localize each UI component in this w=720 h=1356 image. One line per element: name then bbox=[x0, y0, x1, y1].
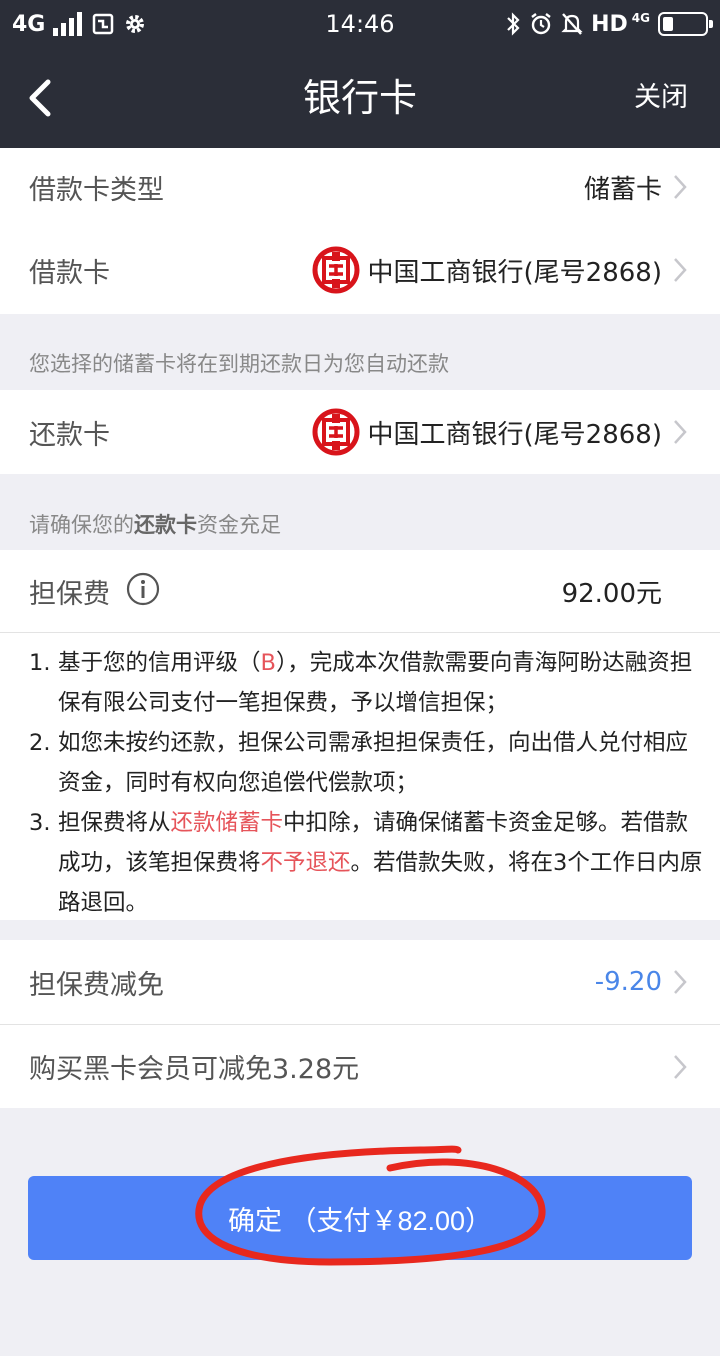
note-text: 如您未按约还款，担保公司需承担担保责任，向出借人兑付相应资金，同时有权向您追偿代… bbox=[58, 730, 689, 796]
note-item: 1. 基于您的信用评级（B），完成本次借款需要向青海阿盼达融资担保有限公司支付一笔… bbox=[29, 643, 709, 723]
loan-card-type-value: 储蓄卡 bbox=[583, 174, 662, 205]
icbc-logo-icon bbox=[312, 408, 360, 456]
repay-card-label: 还款卡 bbox=[29, 419, 110, 451]
chevron-right-icon bbox=[674, 970, 687, 994]
nav-bar: 银行卡 关闭 bbox=[0, 48, 720, 148]
guarantee-fee-value: 92.00元 bbox=[561, 578, 662, 609]
bluetooth-icon bbox=[507, 12, 520, 36]
hd-indicator: HD bbox=[591, 11, 628, 37]
divider bbox=[0, 632, 720, 633]
funds-hint: 请确保您的还款卡资金充足 bbox=[29, 509, 281, 539]
fee-reduction-row[interactable]: 担保费减免 -9.20 bbox=[0, 940, 720, 1024]
status-right: HD 4G bbox=[505, 10, 713, 38]
loan-card-row[interactable]: 借款卡 中国工商银行(尾号2868) bbox=[0, 226, 720, 314]
battery-icon bbox=[658, 12, 713, 36]
fee-reduction-label: 担保费减免 bbox=[29, 969, 164, 1001]
guarantee-fee-label: 担保费 bbox=[29, 578, 110, 610]
note-number: 3. bbox=[29, 810, 51, 836]
note-text: 担保费将从 bbox=[58, 810, 171, 836]
chevron-right-icon bbox=[674, 1054, 687, 1079]
repay-card-section: 还款卡 中国工商银行(尾号2868) bbox=[0, 390, 720, 474]
note-highlight: 不予退还 bbox=[260, 850, 351, 876]
loan-card-type-label: 借款卡类型 bbox=[29, 174, 164, 206]
info-icon[interactable] bbox=[126, 572, 160, 606]
loan-card-value: 中国工商银行(尾号2868) bbox=[312, 246, 662, 294]
chevron-right-icon bbox=[674, 258, 687, 282]
funds-hint-before: 请确保您的 bbox=[29, 513, 134, 537]
fee-reduction-section: 担保费减免 -9.20 购买黑卡会员可减免3.28元 bbox=[0, 940, 720, 1108]
loan-card-bank-name: 中国工商银行(尾号2868) bbox=[367, 257, 662, 288]
funds-hint-after: 资金充足 bbox=[197, 513, 281, 537]
icbc-logo-icon bbox=[312, 246, 360, 294]
note-item: 3. 担保费将从还款储蓄卡中扣除，请确保储蓄卡资金足够。若借款成功，该笔担保费将不… bbox=[29, 803, 709, 923]
loan-card-type-row[interactable]: 借款卡类型 储蓄卡 bbox=[0, 148, 720, 226]
loan-card-label: 借款卡 bbox=[29, 257, 110, 289]
alarm-icon bbox=[531, 13, 551, 35]
black-card-offer-label: 购买黑卡会员可减免3.28元 bbox=[29, 1054, 360, 1085]
note-item: 2. 如您未按约还款，担保公司需承担担保责任，向出借人兑付相应资金，同时有权向您追… bbox=[29, 723, 709, 803]
guarantee-fee-row: 担保费 92.00元 bbox=[0, 550, 720, 632]
hd-network-indicator: 4G bbox=[631, 11, 650, 25]
repay-card-bank-name: 中国工商银行(尾号2868) bbox=[367, 419, 662, 450]
black-card-offer-row[interactable]: 购买黑卡会员可减免3.28元 bbox=[0, 1025, 720, 1108]
notes-list: 1. 基于您的信用评级（B），完成本次借款需要向青海阿盼达融资担保有限公司支付一笔… bbox=[29, 643, 709, 923]
page-title: 银行卡 bbox=[302, 76, 417, 120]
mute-bell-icon bbox=[561, 13, 583, 35]
auto-repay-hint: 您选择的储蓄卡将在到期还款日为您自动还款 bbox=[29, 352, 449, 376]
close-button[interactable]: 关闭 bbox=[634, 80, 688, 116]
status-bar: 4G 14:46 HD 4G bbox=[0, 0, 720, 48]
chevron-right-icon bbox=[674, 175, 687, 199]
note-number: 2. bbox=[29, 730, 51, 756]
guarantee-fee-section: 担保费 92.00元 1. 基于您的信用评级（B），完成本次借款需要向青海阿盼达融… bbox=[0, 550, 720, 920]
chevron-right-icon bbox=[674, 420, 687, 444]
loan-card-section: 借款卡类型 储蓄卡 借款卡 中国工商银行(尾号2868) bbox=[0, 148, 720, 314]
note-text: 基于您的信用评级（ bbox=[58, 650, 261, 676]
guarantee-notes: 1. 基于您的信用评级（B），完成本次借款需要向青海阿盼达融资担保有限公司支付一笔… bbox=[29, 643, 709, 923]
confirm-pay-button[interactable]: 确定 （支付￥82.00） bbox=[28, 1176, 692, 1260]
fee-reduction-value: -9.20 bbox=[594, 967, 662, 997]
note-number: 1. bbox=[29, 650, 51, 676]
funds-hint-bold: 还款卡 bbox=[134, 513, 197, 537]
note-highlight: 还款储蓄卡 bbox=[170, 810, 284, 836]
note-highlight: B bbox=[260, 650, 276, 676]
repay-card-value: 中国工商银行(尾号2868) bbox=[312, 408, 662, 456]
repay-card-row[interactable]: 还款卡 中国工商银行(尾号2868) bbox=[0, 390, 720, 474]
